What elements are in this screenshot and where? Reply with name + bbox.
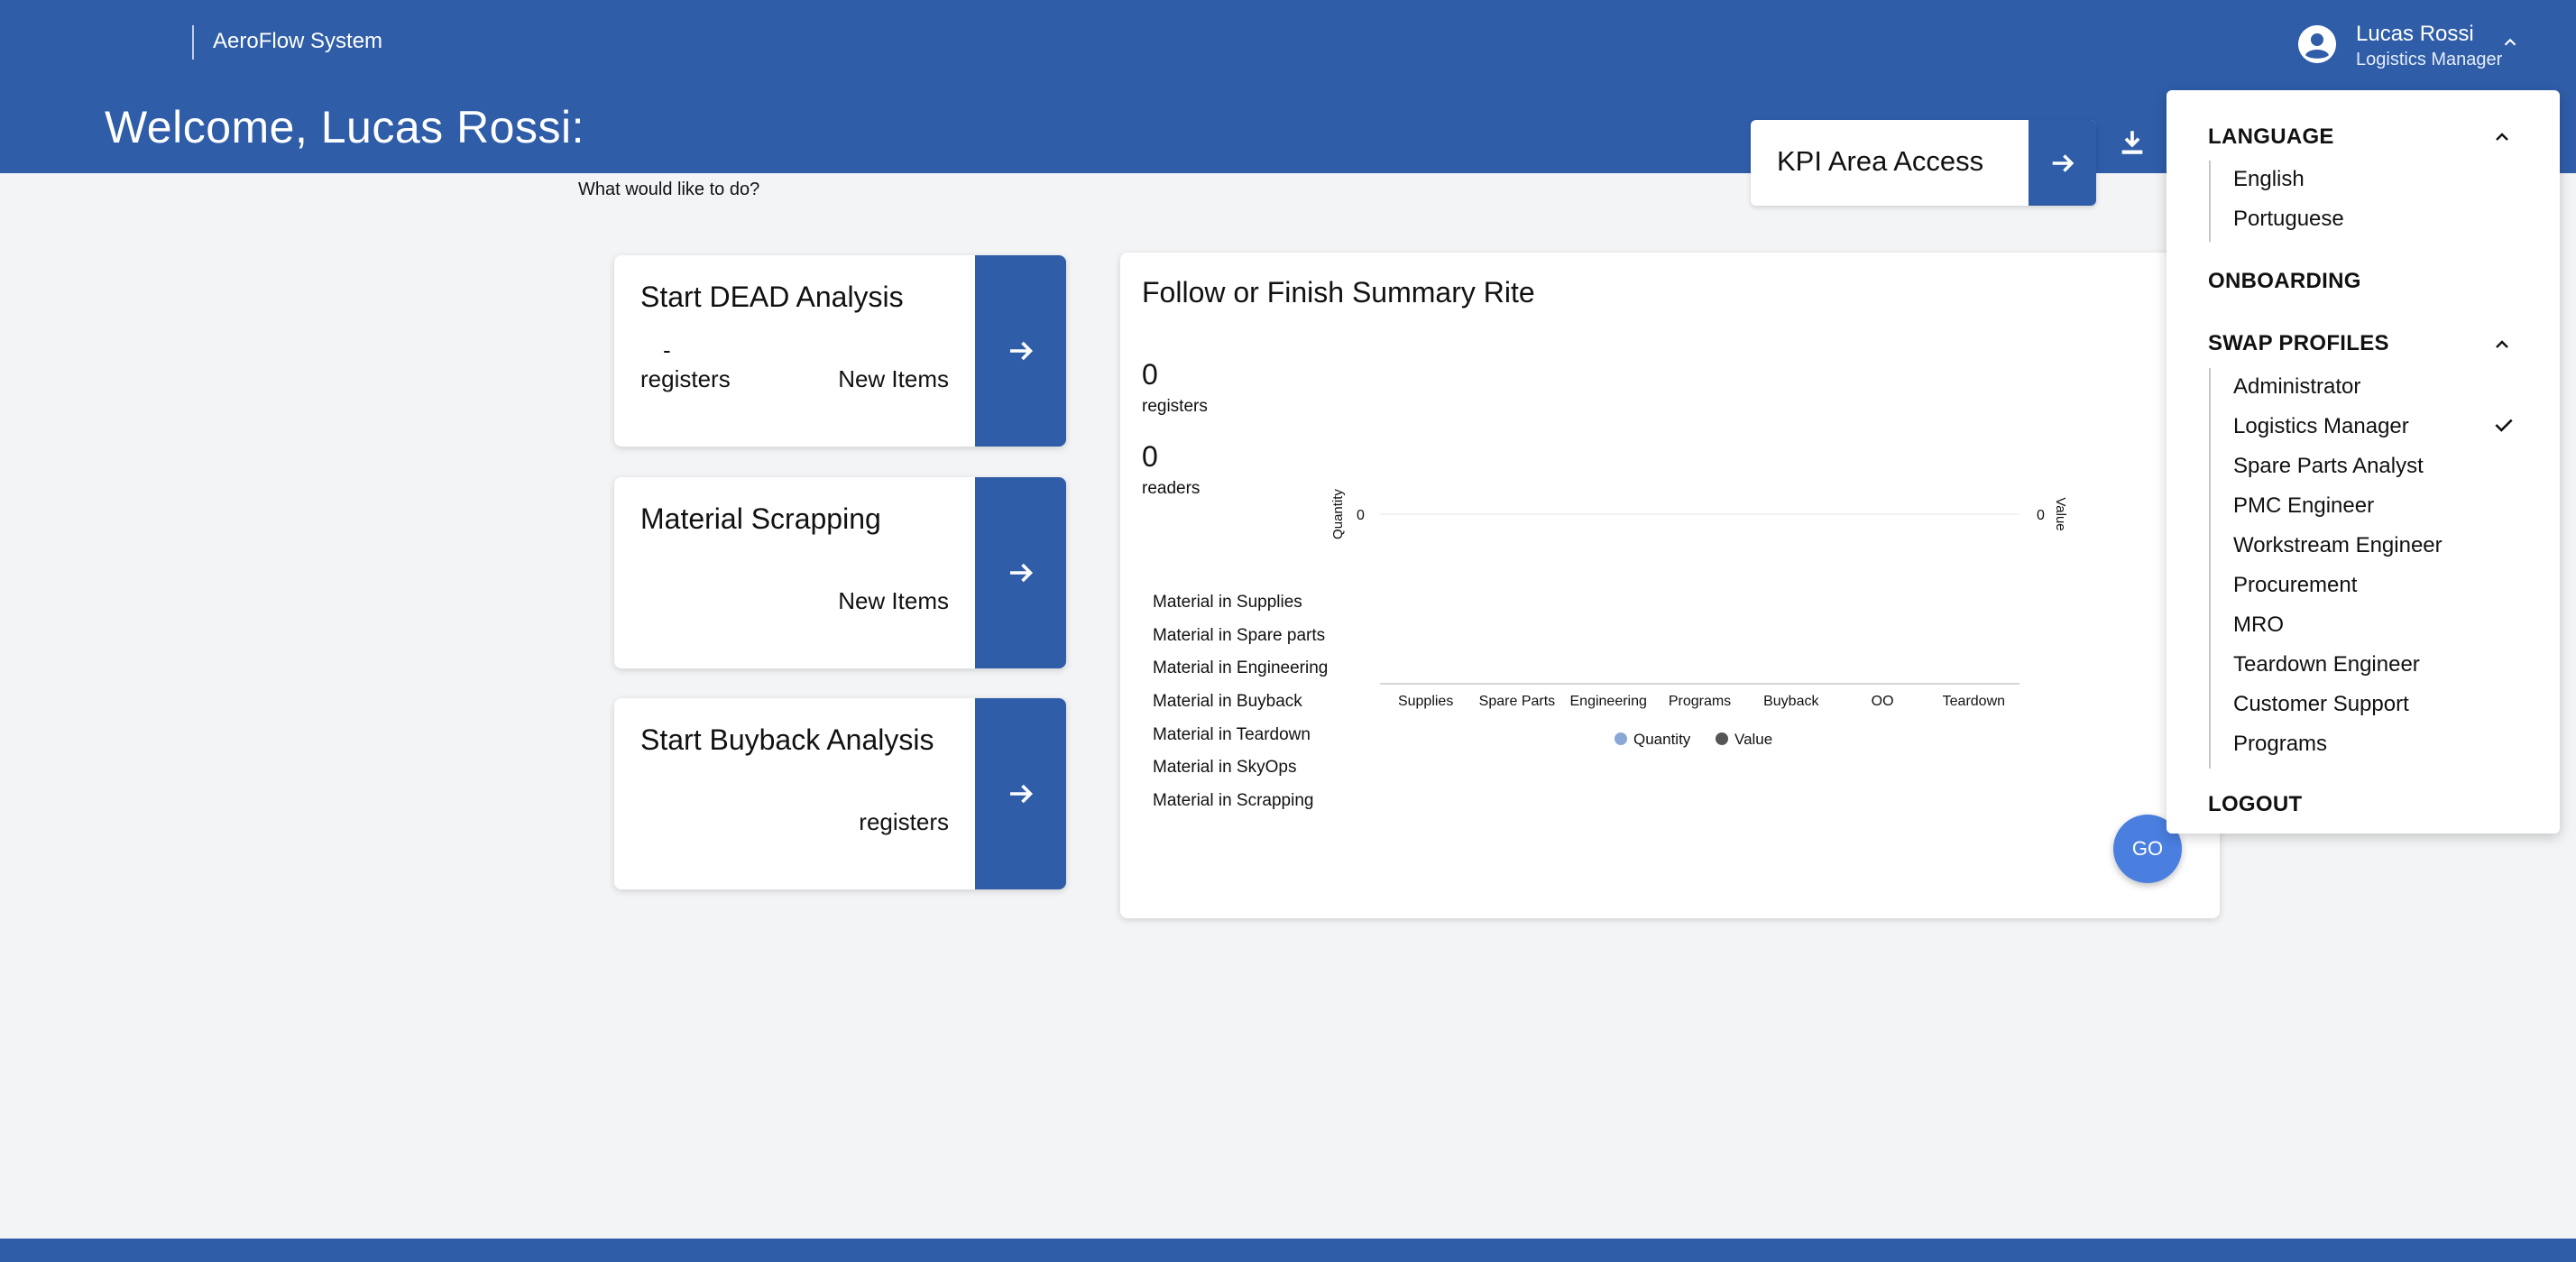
- card-dash: -: [663, 336, 671, 364]
- page-subtitle: What would like to do?: [578, 180, 760, 199]
- chevron-up-icon[interactable]: [2491, 334, 2513, 355]
- download-button[interactable]: [2114, 124, 2150, 161]
- chevron-up-icon[interactable]: [2491, 126, 2513, 148]
- user-menu-toggle[interactable]: Lucas Rossi Logistics Manager: [2298, 20, 2533, 76]
- user-role: Logistics Manager: [2356, 50, 2503, 69]
- kpi-area-access[interactable]: KPI Area Access: [1751, 120, 2096, 206]
- readers-label: readers: [1142, 479, 1201, 498]
- profile-option[interactable]: Workstream Engineer: [2233, 533, 2443, 558]
- welcome-heading: Welcome, Lucas Rossi:: [105, 102, 584, 152]
- arrow-right-icon: [2052, 153, 2074, 172]
- arrow-right-icon: [1009, 341, 1033, 361]
- card-registers-label: registers: [640, 365, 731, 392]
- registers-label: registers: [1142, 397, 1208, 416]
- avatar-icon: [2298, 25, 2336, 63]
- card-buyback-analysis[interactable]: Start Buyback Analysis registers: [614, 698, 1066, 889]
- card-arrow-button[interactable]: [975, 255, 1066, 447]
- card-material-scrapping[interactable]: Material Scrapping New Items: [614, 477, 1066, 668]
- language-option-portuguese[interactable]: Portuguese: [2233, 207, 2344, 232]
- kpi-label: KPI Area Access: [1777, 145, 1984, 177]
- swap-profiles-header[interactable]: SWAP PROFILES: [2208, 331, 2389, 356]
- card-dead-analysis[interactable]: Start DEAD Analysis - registers New Item…: [614, 255, 1066, 447]
- user-name: Lucas Rossi: [2356, 22, 2474, 46]
- arrow-right-icon: [1009, 563, 1033, 583]
- profile-option[interactable]: Administrator: [2233, 374, 2360, 400]
- profile-option-selected[interactable]: Logistics Manager: [2233, 414, 2409, 439]
- material-list: Material in Supplies Material in Spare p…: [1153, 586, 1328, 818]
- registers-count: 0: [1142, 358, 1158, 391]
- logout-link[interactable]: LOGOUT: [2208, 792, 2302, 817]
- profiles-rail: [2209, 368, 2211, 769]
- language-rail: [2209, 161, 2211, 242]
- language-option-english[interactable]: English: [2233, 167, 2305, 192]
- material-item[interactable]: Material in SkyOps: [1153, 751, 1328, 785]
- material-item[interactable]: Material in Buyback: [1153, 686, 1328, 719]
- profile-option[interactable]: Spare Parts Analyst: [2233, 454, 2424, 479]
- card-new-items-label: New Items: [838, 365, 949, 392]
- material-item[interactable]: Material in Engineering: [1153, 652, 1328, 686]
- summary-panel: Follow or Finish Summary Rite 0 register…: [1120, 253, 2220, 918]
- language-header[interactable]: LANGUAGE: [2208, 124, 2334, 150]
- card-title: Start DEAD Analysis: [640, 281, 904, 313]
- material-item[interactable]: Material in Spare parts: [1153, 620, 1328, 653]
- card-title: Start Buyback Analysis: [640, 723, 934, 756]
- card-new-items-label: New Items: [838, 587, 949, 614]
- material-item[interactable]: Material in Teardown: [1153, 719, 1328, 752]
- arrow-right-icon: [1009, 784, 1033, 804]
- profile-option[interactable]: PMC Engineer: [2233, 493, 2374, 519]
- check-icon: [2495, 419, 2513, 432]
- card-arrow-button[interactable]: [975, 698, 1066, 889]
- profile-option[interactable]: Teardown Engineer: [2233, 652, 2420, 677]
- material-item[interactable]: Material in Supplies: [1153, 586, 1328, 620]
- chevron-up-icon: [2504, 38, 2516, 46]
- summary-title: Follow or Finish Summary Rite: [1142, 276, 1535, 309]
- profile-option[interactable]: Programs: [2233, 732, 2327, 757]
- profile-option[interactable]: Customer Support: [2233, 692, 2409, 717]
- app-title[interactable]: AeroFlow System: [213, 29, 382, 54]
- card-registers-label: registers: [859, 808, 949, 835]
- card-title: Material Scrapping: [640, 502, 881, 535]
- onboarding-link[interactable]: ONBOARDING: [2208, 269, 2361, 294]
- profile-option[interactable]: Procurement: [2233, 573, 2357, 598]
- kpi-arrow-button[interactable]: [2029, 120, 2096, 206]
- brand-divider: [192, 25, 194, 60]
- readers-count: 0: [1142, 440, 1158, 473]
- user-dropdown-menu: LANGUAGE English Portuguese ONBOARDING S…: [2167, 90, 2560, 834]
- material-item[interactable]: Material in Scrapping: [1153, 785, 1328, 818]
- bottom-bar: [0, 1239, 2576, 1262]
- profile-option[interactable]: MRO: [2233, 613, 2284, 638]
- download-icon: [2121, 131, 2143, 154]
- card-arrow-button[interactable]: [975, 477, 1066, 668]
